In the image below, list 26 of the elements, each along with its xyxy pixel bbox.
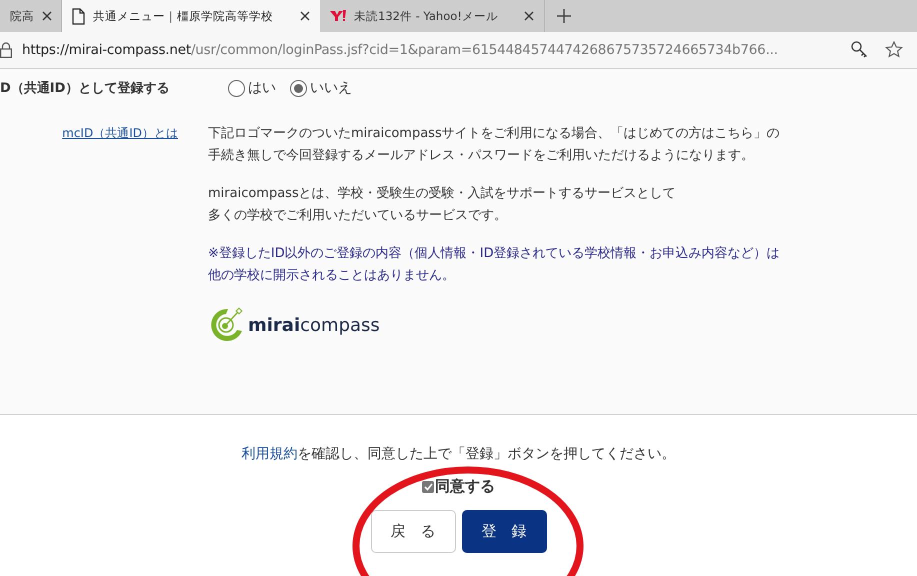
- checkbox[interactable]: [422, 480, 434, 492]
- document-icon: [72, 8, 85, 24]
- radio-button[interactable]: [290, 80, 307, 97]
- miraicompass-logo-text: miraicompass: [248, 314, 380, 336]
- close-icon[interactable]: [524, 11, 534, 21]
- compass-logo-icon: [208, 307, 244, 343]
- radio-option[interactable]: はい: [228, 79, 276, 97]
- key-icon[interactable]: [851, 41, 869, 59]
- terms-link[interactable]: 利用規約: [242, 446, 298, 462]
- instruction-text: 利用規約を確認し、同意した上で「登録」ボタンを押してください。: [242, 445, 676, 463]
- browser-tab[interactable]: 共通メニュー｜橿原学院高等学校: [62, 0, 320, 32]
- back-button[interactable]: 戻 る: [370, 510, 456, 553]
- mcid-info-link[interactable]: mcID（共通ID）とは: [62, 125, 178, 142]
- close-icon[interactable]: [42, 11, 52, 21]
- favorite-star-icon[interactable]: [885, 41, 903, 59]
- register-button[interactable]: 登 録: [462, 510, 546, 553]
- register-label: D（共通ID）として登録する: [0, 80, 170, 97]
- description-paragraph: 下記ロゴマークのついたmiraicompassサイトをご利用になる場合、「はじめての方はこちら」の 手続き無しで今回登録するメールアドレス・パスワードをご利用いただけるようになります。: [208, 125, 781, 165]
- yahoo-logo-icon: [330, 10, 346, 22]
- description-paragraph: miraicompassとは、学校・受験生の受験・入試をサポートするサービスとして 多くの学校でご利用いただいているサービスです。: [208, 185, 677, 225]
- close-icon[interactable]: [300, 11, 310, 21]
- radio-option[interactable]: いいえ: [290, 79, 352, 97]
- notice-paragraph: ※登録したID以外のご登録の内容（個人情報・ID登録されている学校情報・お申込み内容など）は 他の学校に開示されることはありません。: [208, 245, 781, 285]
- radio-button[interactable]: [228, 80, 245, 97]
- agree-checkbox[interactable]: 同意する: [422, 477, 495, 496]
- lock-icon: [0, 42, 12, 58]
